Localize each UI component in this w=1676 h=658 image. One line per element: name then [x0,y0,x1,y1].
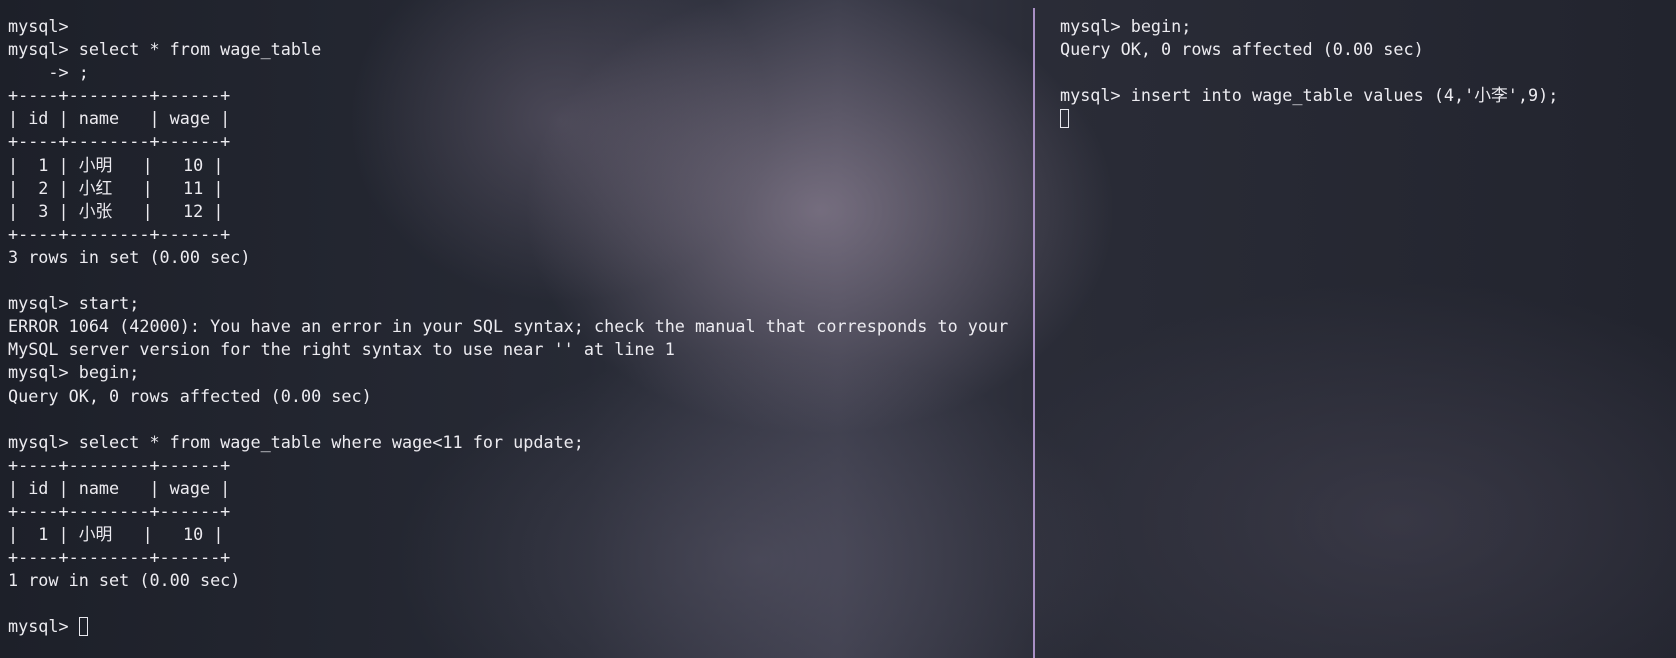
terminal-line: mysql> begin; [8,362,140,383]
error-line: MySQL server version for the right synta… [8,339,675,360]
right-terminal-pane[interactable]: mysql> begin; Query OK, 0 rows affected … [1035,0,1676,658]
terminal-line: mysql> [8,16,69,36]
terminal-line: mysql> select * from wage_table [8,39,322,60]
terminal-line: mysql> start; [8,293,140,314]
result-table-border: +----+--------+------+ [8,223,231,244]
terminal-line: Query OK, 0 rows affected (0.00 sec) [8,385,372,406]
result-table-row: | 1 | 小明 | 10 | [8,154,224,175]
cursor-icon [1060,109,1069,129]
result-table-row: | 3 | 小张 | 12 | [8,200,224,221]
cursor-icon [78,617,88,637]
left-terminal-pane[interactable]: mysql> mysql> select * from wage_table -… [0,0,1033,658]
terminal-line: mysql> insert into wage_table values (4,… [1060,85,1559,106]
result-table-header: | id | name | wage | [8,477,231,498]
input-line[interactable] [1060,107,1676,130]
result-table-border: +----+--------+------+ [8,500,231,521]
result-table-border: +----+--------+------+ [8,85,231,106]
error-line: ERROR 1064 (42000): You have an error in… [8,316,1009,337]
terminal-line: mysql> select * from wage_table where wa… [8,431,584,452]
terminal-line: mysql> begin; [1060,16,1192,36]
result-table-border: +----+--------+------+ [8,547,231,568]
result-table-row: | 2 | 小红 | 11 | [8,177,224,198]
terminal-line: 1 row in set (0.00 sec) [8,570,241,591]
result-table-row: | 1 | 小明 | 10 | [8,524,224,545]
terminal-line: -> ; [8,62,89,83]
prompt: mysql> [8,616,79,637]
result-table-border: +----+--------+------+ [8,131,231,152]
terminal-line: 3 rows in set (0.00 sec) [8,246,251,267]
terminal-line: Query OK, 0 rows affected (0.00 sec) [1060,39,1424,60]
result-table-border: +----+--------+------+ [8,454,231,475]
result-table-header: | id | name | wage | [8,108,231,129]
input-line[interactable]: mysql> [8,615,1033,638]
